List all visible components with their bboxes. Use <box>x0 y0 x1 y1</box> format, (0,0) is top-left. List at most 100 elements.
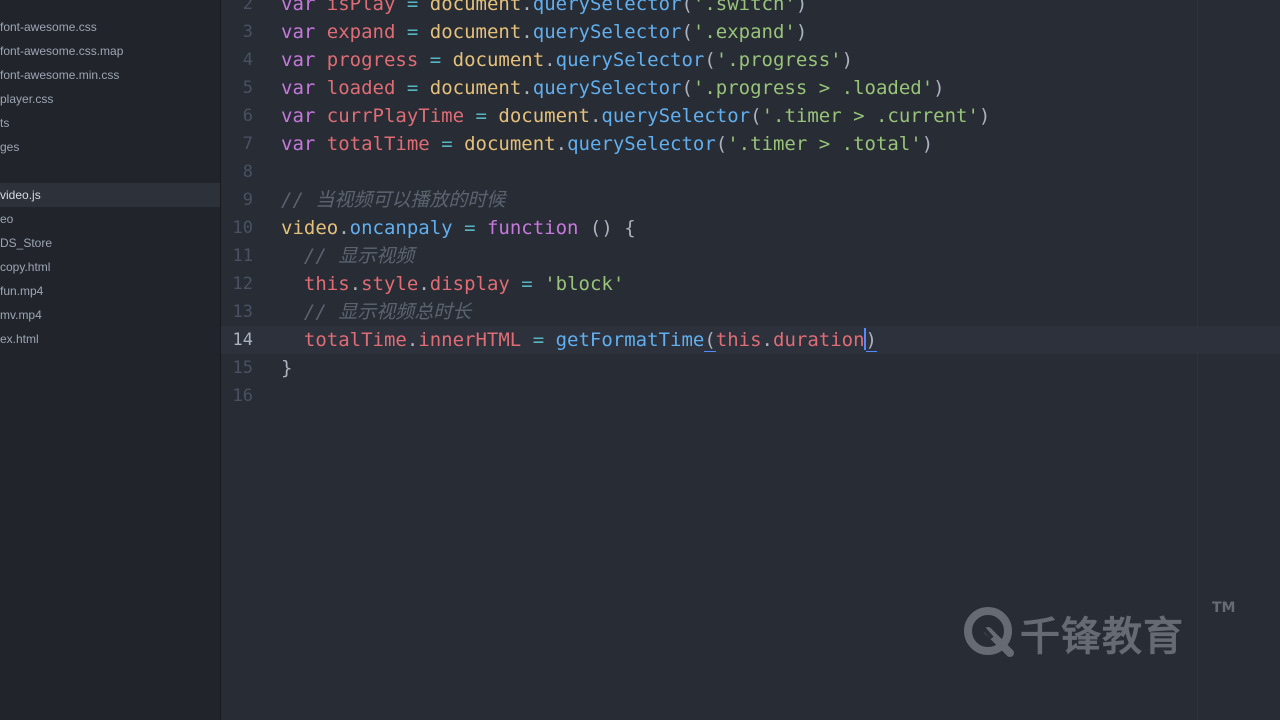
line-number: 14 <box>232 330 253 350</box>
code-line[interactable]: 12 this.style.display = 'block' <box>221 270 1280 298</box>
code-token: getFormatTime <box>555 329 705 351</box>
code-line[interactable]: 8 <box>221 158 1280 186</box>
code-token: var <box>281 0 316 15</box>
code-token: = <box>521 273 533 295</box>
tree-item-label: mv.mp4 <box>0 308 42 322</box>
brand-logo-icon <box>964 607 1014 657</box>
code-token: . <box>544 49 556 71</box>
tree-item-label: font-awesome.min.css <box>0 68 120 82</box>
line-number: 12 <box>232 274 253 294</box>
code-token: ( <box>715 133 728 155</box>
code-line[interactable]: 9 // 当视频可以播放的时候 <box>221 186 1280 214</box>
code-text: } <box>281 354 292 382</box>
code-line[interactable]: 14 totalTime.innerHTML = getFormatTime(t… <box>221 326 1280 354</box>
tree-item-fun-mp4[interactable]: fun.mp4 <box>0 279 220 303</box>
code-line[interactable]: 16 <box>221 382 1280 410</box>
code-text: totalTime.innerHTML = getFormatTime(this… <box>281 326 877 354</box>
code-line[interactable]: 6 var currPlayTime = document.querySelect… <box>221 102 1280 130</box>
tree-item-font-awesome-min-css[interactable]: font-awesome.min.css <box>0 63 220 87</box>
code-line[interactable]: 2 var isPlay = document.querySelector('.s… <box>221 0 1280 18</box>
tree-item-video-js[interactable]: video.js <box>0 183 220 207</box>
code-token: . <box>521 77 533 99</box>
code-token: 'block' <box>544 273 625 295</box>
tree-item-font-awesome-css[interactable]: font-awesome.css <box>0 15 220 39</box>
code-token: = <box>532 329 545 351</box>
code-token: this <box>303 273 350 295</box>
code-token: ) <box>841 49 854 71</box>
line-number: 2 <box>242 0 253 14</box>
tree-item-label: video.js <box>0 188 41 202</box>
trademark-mark: TM <box>1212 600 1236 616</box>
line-number: 16 <box>232 386 253 406</box>
code-token: ) <box>933 77 945 99</box>
line-number: 11 <box>232 246 253 266</box>
code-line[interactable]: 15} <box>221 354 1280 382</box>
code-line[interactable]: 10 video.oncanpaly = function () { <box>221 214 1280 242</box>
code-token: isPlay <box>326 0 396 15</box>
tree-item-label: DS_Store <box>0 236 53 250</box>
code-token: var <box>281 133 316 155</box>
code-token: var <box>281 49 316 71</box>
code-token: = <box>441 133 453 155</box>
code-text: var isPlay = document.querySelector('.sw… <box>281 0 807 18</box>
tree-item-label: ges <box>0 140 20 154</box>
tree-item-folder-fonts[interactable]: ts <box>0 111 220 135</box>
code-line[interactable]: 7 var totalTime = document.querySelector(… <box>221 130 1280 158</box>
code-token: expand <box>326 21 396 43</box>
code-token: ) <box>795 21 808 43</box>
code-line[interactable]: 5 var loaded = document.querySelector('.p… <box>221 74 1280 102</box>
code-text: this.style.display = 'block' <box>281 270 624 298</box>
tree-item-label: font-awesome.css.map <box>0 44 124 58</box>
code-token: var <box>281 21 316 43</box>
tree-view[interactable]: font-awesome.css font-awesome.css.map fo… <box>0 0 221 720</box>
code-token: totalTime <box>303 329 407 351</box>
line-number: 13 <box>232 302 253 322</box>
code-token: = <box>406 77 419 99</box>
tree-item-font-awesome-css-map[interactable]: font-awesome.css.map <box>0 39 220 63</box>
code-line[interactable]: 3 var expand = document.querySelector('.e… <box>221 18 1280 46</box>
tree-item-copy-html[interactable]: copy.html <box>0 255 220 279</box>
tree-item-ds-store[interactable]: DS_Store <box>0 231 220 255</box>
code-token: querySelector <box>601 105 751 127</box>
tree-item-mv-mp4[interactable]: mv.mp4 <box>0 303 220 327</box>
line-number: 9 <box>242 190 253 210</box>
code-line[interactable]: 11 // 显示视频 <box>221 242 1280 270</box>
code-token: querySelector <box>567 133 716 155</box>
tree-item-label: copy.html <box>0 260 51 274</box>
line-number: 15 <box>232 358 253 378</box>
code-token: ) <box>978 105 991 127</box>
tree-item-label: eo <box>0 212 14 226</box>
code-line[interactable]: 13 // 显示视频总时长 <box>221 298 1280 326</box>
code-token: document <box>429 21 522 43</box>
code-token: '.timer > .total' <box>727 133 922 155</box>
code-text: var totalTime = document.querySelector('… <box>281 130 933 158</box>
tree-item-folder-video[interactable]: eo <box>0 207 220 231</box>
code-token: querySelector <box>532 21 682 43</box>
code-token: var <box>281 77 316 99</box>
code-token: . <box>521 0 533 15</box>
code-token: '.timer > .current' <box>761 105 979 127</box>
code-line[interactable]: 4 var progress = document.querySelector('… <box>221 46 1280 74</box>
tree-item-player-css[interactable]: player.css <box>0 87 220 111</box>
code-token: ) <box>865 329 877 352</box>
tree-item-label: fun.mp4 <box>0 284 44 298</box>
tree-item-folder-images[interactable]: ges <box>0 135 220 159</box>
code-token: loaded <box>326 77 396 99</box>
tree-item-index-html[interactable]: ex.html <box>0 327 220 351</box>
code-token: ( <box>750 105 762 127</box>
code-text: // 显示视频 <box>281 242 414 270</box>
